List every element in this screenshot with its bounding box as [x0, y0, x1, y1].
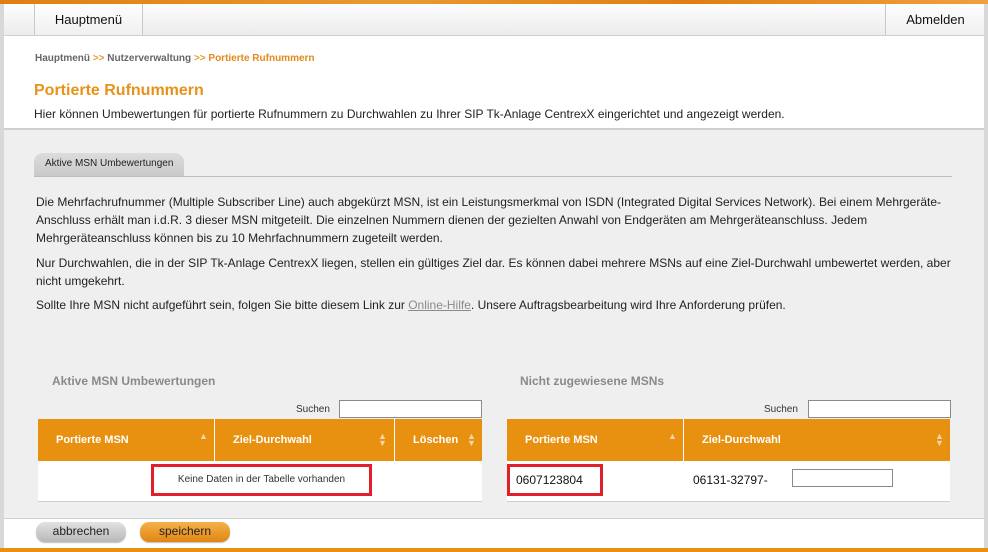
column-label: Ziel-Durchwahl — [233, 434, 312, 446]
empty-table-message: Keine Daten in der Tabelle vorhanden — [151, 464, 372, 496]
save-button[interactable]: speichern — [140, 522, 230, 542]
active-search-input[interactable] — [339, 400, 482, 418]
active-table-body: Keine Daten in der Tabelle vorhanden — [38, 461, 482, 502]
unassigned-search-input[interactable] — [808, 400, 951, 418]
column-header-portierte-msn[interactable]: Portierte MSN ▲ — [38, 419, 215, 461]
column-header-portierte-msn[interactable]: Portierte MSN ▲ — [507, 419, 684, 461]
column-header-loeschen[interactable]: Löschen ▲ ▼ — [395, 419, 482, 461]
column-label: Löschen — [413, 434, 459, 446]
online-help-link[interactable]: Online-Hilfe — [408, 298, 471, 312]
unassigned-msn-table: Portierte MSN ▲ Ziel-Durchwahl ▲ ▼ 060712… — [507, 419, 950, 502]
active-msn-table: Portierte MSN ▲ Ziel-Durchwahl ▲ ▼ Lösche… — [38, 419, 482, 502]
page-intro: Hier können Umbewertungen für portierte … — [34, 107, 785, 121]
top-navigation-bar: Hauptmenü Abmelden — [0, 4, 988, 36]
info-paragraph-msn: Die Mehrfachrufnummer (Multiple Subscrib… — [36, 195, 942, 245]
column-label: Ziel-Durchwahl — [702, 434, 781, 446]
active-search-label: Suchen — [296, 404, 330, 415]
page-title: Portierte Rufnummern — [34, 82, 204, 99]
breadcrumb-separator: >> — [193, 53, 206, 64]
ziel-durchwahl-input[interactable] — [792, 469, 893, 487]
sort-both-icon: ▲ ▼ — [467, 431, 476, 448]
bottom-accent-strip — [0, 548, 988, 552]
unassigned-table-title: Nicht zugewiesene MSNs — [520, 374, 665, 388]
column-label: Portierte MSN — [56, 434, 129, 446]
breadcrumb-link-nutzerverwaltung[interactable]: Nutzerverwaltung — [107, 53, 191, 64]
info-paragraph-help: Sollte Ihre MSN nicht aufgeführt sein, f… — [36, 296, 956, 314]
breadcrumb-current: Portierte Rufnummern — [208, 53, 315, 64]
table-row: 0607123804 06131-32797- — [507, 461, 950, 502]
unassigned-search-label: Suchen — [764, 404, 798, 415]
active-table-header: Portierte MSN ▲ Ziel-Durchwahl ▲ ▼ Lösche… — [38, 419, 482, 461]
help-text-before: Sollte Ihre MSN nicht aufgeführt sein, f… — [36, 298, 409, 312]
logout-button[interactable]: Abmelden — [885, 4, 986, 35]
sort-both-icon: ▲ ▼ — [378, 431, 387, 448]
column-header-ziel-durchwahl[interactable]: Ziel-Durchwahl ▲ ▼ — [684, 419, 950, 461]
tab-aktive-msn-umbewertungen[interactable]: Aktive MSN Umbewertungen — [34, 153, 185, 177]
column-label: Portierte MSN — [525, 434, 598, 446]
help-text-after: . Unsere Auftragsbearbeitung wird Ihre A… — [470, 298, 786, 312]
sort-asc-icon: ▲ — [668, 431, 677, 441]
breadcrumb-link-hauptmenu[interactable]: Hauptmenü — [35, 53, 90, 64]
sort-both-icon: ▲ ▼ — [935, 431, 944, 448]
tab-underline — [34, 176, 952, 177]
right-frame-edge — [984, 4, 988, 552]
main-menu-button[interactable]: Hauptmenü — [34, 4, 143, 35]
column-header-ziel-durchwahl[interactable]: Ziel-Durchwahl ▲ ▼ — [215, 419, 395, 461]
ziel-prefix: 06131-32797- — [693, 473, 768, 487]
footer-divider — [4, 518, 984, 519]
info-paragraph-durchwahlen: Nur Durchwahlen, die in der SIP Tk-Anlag… — [36, 256, 951, 288]
active-table-title: Aktive MSN Umbewertungen — [52, 374, 216, 388]
cancel-button[interactable]: abbrechen — [36, 522, 126, 542]
breadcrumb-separator: >> — [92, 53, 105, 64]
unassigned-table-header: Portierte MSN ▲ Ziel-Durchwahl ▲ ▼ — [507, 419, 950, 461]
breadcrumb: Hauptmenü >> Nutzerverwaltung >> Portier… — [35, 53, 315, 64]
sort-asc-icon: ▲ — [199, 431, 208, 441]
msn-cell: 0607123804 — [507, 464, 603, 496]
